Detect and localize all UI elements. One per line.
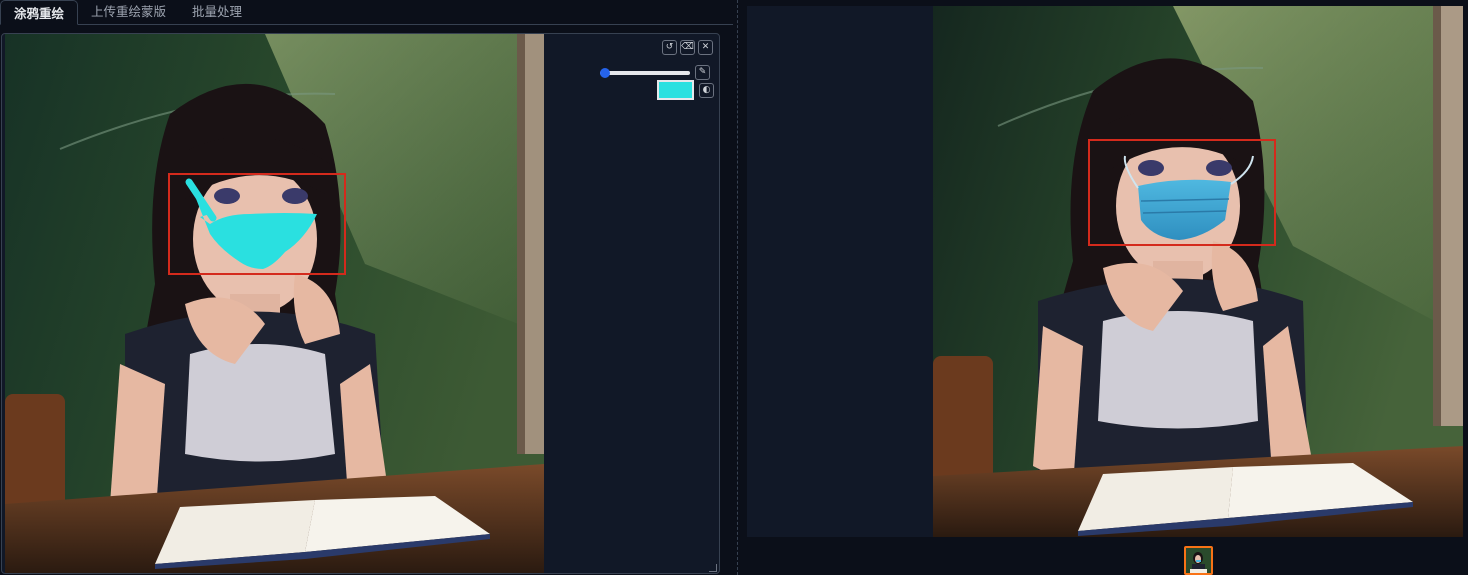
tab-sketch-inpaint[interactable]: 涂鸦重绘 [0, 0, 79, 25]
palette-icon[interactable]: ◐ [699, 82, 714, 98]
brush-size-slider[interactable] [599, 67, 690, 78]
brush-color-swatch[interactable] [657, 80, 694, 100]
brush-color-control: ◐ [657, 80, 714, 100]
canvas-toolbar: ↺ ⌫ ✕ [662, 40, 713, 55]
brush-icon[interactable]: ✎ [695, 65, 710, 80]
close-icon[interactable]: ✕ [698, 40, 713, 55]
inpaint-panel: 涂鸦重绘 上传重绘蒙版 批量处理 ↺ ⌫ ✕ ✎ ◐ [0, 0, 733, 575]
source-image [5, 34, 544, 573]
resize-handle[interactable] [709, 564, 717, 572]
tab-bar: 涂鸦重绘 上传重绘蒙版 批量处理 [0, 0, 733, 25]
undo-icon[interactable]: ↺ [662, 40, 677, 55]
panel-divider [737, 0, 738, 575]
sketch-canvas[interactable] [5, 34, 544, 573]
output-panel [747, 6, 1463, 575]
sketch-editor: ↺ ⌫ ✕ ✎ ◐ [1, 33, 720, 574]
result-thumbnail[interactable] [1184, 546, 1213, 575]
tab-batch[interactable]: 批量处理 [179, 0, 255, 24]
tab-upload-mask[interactable]: 上传重绘蒙版 [78, 0, 179, 24]
eraser-icon[interactable]: ⌫ [680, 40, 695, 55]
result-image[interactable] [933, 6, 1463, 537]
output-gallery [747, 6, 1463, 537]
brush-size-slider-thumb[interactable] [599, 67, 610, 78]
brush-size-control: ✎ [599, 65, 710, 80]
